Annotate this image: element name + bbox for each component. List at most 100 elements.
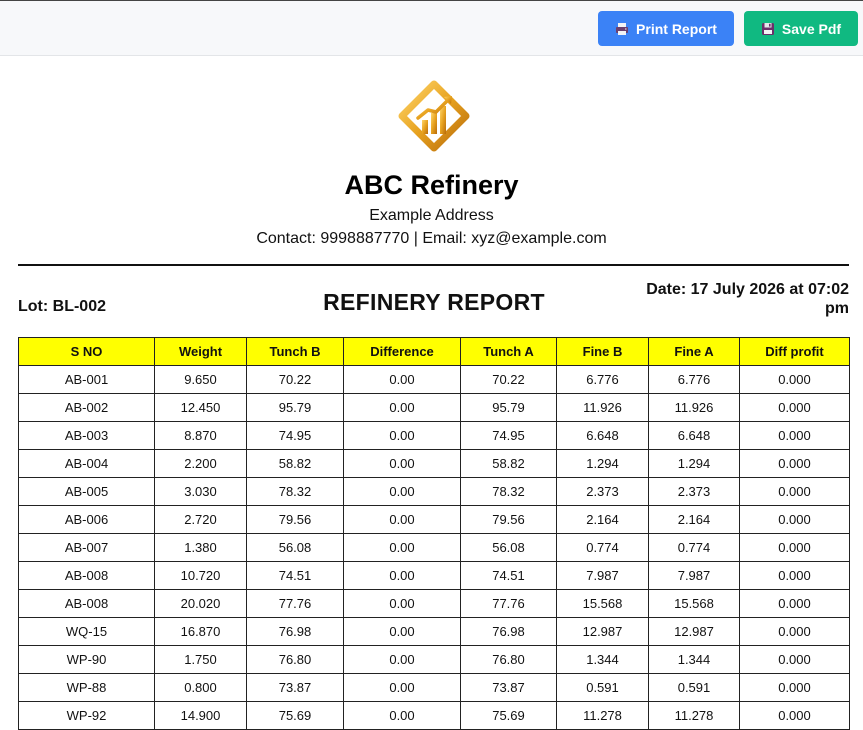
table-cell: AB-003 [18, 421, 155, 450]
table-cell: 0.000 [739, 645, 850, 674]
table-header-row: S NO Weight Tunch B Difference Tunch A F… [18, 337, 850, 366]
table-cell: 0.774 [648, 533, 740, 562]
table-cell: 0.000 [739, 393, 850, 422]
table-cell: 12.987 [556, 617, 649, 646]
table-cell: 12.450 [154, 393, 247, 422]
table-cell: 77.76 [246, 589, 344, 618]
table-cell: 75.69 [246, 701, 344, 730]
table-cell: 0.00 [343, 421, 461, 450]
table-cell: 2.373 [648, 477, 740, 506]
table-cell: 56.08 [460, 533, 557, 562]
table-cell: AB-002 [18, 393, 155, 422]
table-cell: 0.000 [739, 533, 850, 562]
refinery-table: S NO Weight Tunch B Difference Tunch A F… [18, 337, 850, 730]
company-address: Example Address [369, 207, 494, 224]
table-cell: 56.08 [246, 533, 344, 562]
table-cell: 1.294 [648, 449, 740, 478]
table-cell: 7.987 [556, 561, 649, 590]
table-cell: AB-005 [18, 477, 155, 506]
table-cell: 78.32 [246, 477, 344, 506]
floppy-disk-icon [761, 22, 774, 35]
table-cell: 3.030 [154, 477, 247, 506]
table-cell: 0.00 [343, 449, 461, 478]
table-cell: 0.00 [343, 701, 461, 730]
table-cell: 0.000 [739, 449, 850, 478]
table-cell: 0.000 [739, 673, 850, 702]
table-cell: 1.380 [154, 533, 247, 562]
table-cell: 74.95 [246, 421, 344, 450]
table-cell: 9.650 [154, 365, 247, 394]
column-header: Fine B [556, 337, 649, 366]
report-date: Date: 17 July 2026 at 07:02 pm [646, 281, 849, 317]
table-row: WQ-15 16.870 76.98 0.00 76.98 12.987 12.987 0.0… [18, 617, 850, 646]
column-header: Weight [154, 337, 247, 366]
table-cell: 0.591 [556, 673, 649, 702]
print-report-button[interactable]: Print Report [598, 11, 734, 46]
company-name: ABC Refinery [344, 170, 519, 200]
table-cell: 6.776 [556, 365, 649, 394]
table-cell: 12.987 [648, 617, 740, 646]
table-cell: AB-008 [18, 589, 155, 618]
table-cell: AB-004 [18, 449, 155, 478]
table-cell: 0.00 [343, 533, 461, 562]
table-cell: AB-008 [18, 561, 155, 590]
table-cell: 2.373 [556, 477, 649, 506]
table-cell: 79.56 [246, 505, 344, 534]
table-cell: WP-88 [18, 673, 155, 702]
table-cell: 58.82 [246, 449, 344, 478]
table-cell: 79.56 [460, 505, 557, 534]
table-row: WP-90 1.750 76.80 0.00 76.80 1.344 1.344 0.000 [18, 645, 850, 674]
table-cell: 1.294 [556, 449, 649, 478]
table-cell: 15.568 [556, 589, 649, 618]
table-cell: 0.00 [343, 365, 461, 394]
table-cell: 2.720 [154, 505, 247, 534]
column-header: S NO [18, 337, 155, 366]
table-cell: 2.164 [556, 505, 649, 534]
table-cell: WP-90 [18, 645, 155, 674]
table-cell: 11.926 [648, 393, 740, 422]
table-cell: 7.987 [648, 561, 740, 590]
save-pdf-label: Save Pdf [781, 20, 842, 37]
table-cell: 2.164 [648, 505, 740, 534]
table-cell: 10.720 [154, 561, 247, 590]
company-logo-icon [398, 80, 470, 152]
table-body: AB-001 9.650 70.22 0.00 70.22 6.776 6.776 0.000… [18, 365, 850, 730]
table-cell: 6.648 [556, 421, 649, 450]
column-header: Fine A [648, 337, 740, 366]
table-cell: 0.00 [343, 673, 461, 702]
table-cell: 77.76 [460, 589, 557, 618]
print-report-label: Print Report [636, 20, 717, 37]
table-cell: 6.776 [648, 365, 740, 394]
table-cell: 20.020 [154, 589, 247, 618]
table-row: AB-002 12.450 95.79 0.00 95.79 11.926 11.926 0.… [18, 393, 850, 422]
table-cell: WP-92 [18, 701, 155, 730]
table-cell: 1.344 [648, 645, 740, 674]
table-cell: 0.591 [648, 673, 740, 702]
table-cell: 95.79 [460, 393, 557, 422]
table-cell: 0.000 [739, 477, 850, 506]
table-cell: 15.568 [648, 589, 740, 618]
table-cell: 2.200 [154, 449, 247, 478]
table-cell: 95.79 [246, 393, 344, 422]
table-row: WP-88 0.800 73.87 0.00 73.87 0.591 0.591 0.000 [18, 673, 850, 702]
table-cell: 1.344 [556, 645, 649, 674]
table-row: AB-003 8.870 74.95 0.00 74.95 6.648 6.648 0.000 [18, 421, 850, 450]
save-pdf-button[interactable]: Save Pdf [744, 11, 858, 46]
table-row: AB-006 2.720 79.56 0.00 79.56 2.164 2.164 0.000 [18, 505, 850, 534]
table-cell: 76.80 [460, 645, 557, 674]
table-cell: 75.69 [460, 701, 557, 730]
table-cell: 76.98 [460, 617, 557, 646]
column-header: Tunch A [460, 337, 557, 366]
toolbar: Print Report Save Pdf [0, 0, 863, 56]
table-cell: 76.98 [246, 617, 344, 646]
table-cell: 0.00 [343, 645, 461, 674]
table-cell: 8.870 [154, 421, 247, 450]
table-cell: 0.000 [739, 505, 850, 534]
table-cell: 0.800 [154, 673, 247, 702]
table-cell: 0.00 [343, 393, 461, 422]
table-cell: 0.00 [343, 617, 461, 646]
table-cell: 0.000 [739, 617, 850, 646]
company-contact: Contact: 9998887770 | Email: xyz@example… [256, 230, 607, 247]
table-cell: 0.774 [556, 533, 649, 562]
table-cell: 6.648 [648, 421, 740, 450]
